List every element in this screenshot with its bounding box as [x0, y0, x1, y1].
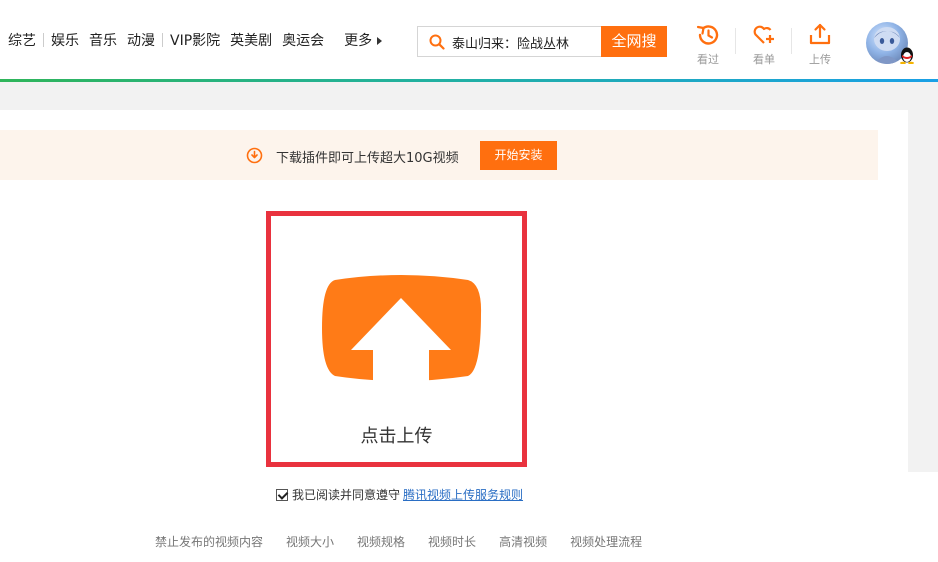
history-button[interactable]: 看过: [688, 22, 728, 67]
nav-item-anime[interactable]: 动漫: [127, 30, 155, 50]
upload-icon: [809, 23, 831, 45]
nav-divider: [43, 33, 44, 47]
watchlist-label: 看单: [753, 53, 775, 66]
help-link-hd-video[interactable]: 高清视频: [499, 533, 547, 550]
nav-item-us-uk-drama[interactable]: 英美剧: [230, 30, 272, 50]
nav-item-entertainment[interactable]: 娱乐: [51, 30, 79, 50]
top-header: 综艺 娱乐 音乐 动漫 VIP影院 英美剧 奥运会 更多 泰山归来：险战丛林 全…: [0, 0, 938, 79]
agreement-checkbox[interactable]: [276, 488, 288, 501]
watchlist-button[interactable]: 看单: [744, 22, 784, 67]
download-circle-icon: [246, 147, 263, 164]
upload-dropzone[interactable]: 点击上传: [266, 211, 527, 467]
plugin-notice-bar: 下载插件即可上传超大10G视频 开始安装: [0, 130, 878, 180]
upload-nav-button[interactable]: 上传: [800, 22, 840, 67]
upload-label: 点击上传: [360, 426, 433, 447]
nav-item-vip-cinema[interactable]: VIP影院: [170, 30, 220, 50]
nav-item-olympics[interactable]: 奥运会: [282, 30, 324, 50]
upload-arrow-icon: [322, 275, 482, 382]
help-links: 禁止发布的视频内容 视频大小 视频规格 视频时长 高清视频 视频处理流程: [155, 533, 665, 550]
history-label: 看过: [697, 53, 719, 66]
agreement-text: 我已阅读并同意遵守: [292, 488, 401, 502]
nav-divider: [162, 33, 163, 47]
search-box: 泰山归来：险战丛林 全网搜: [417, 26, 667, 57]
nav-more[interactable]: 更多: [344, 30, 383, 50]
help-link-video-duration[interactable]: 视频时长: [428, 533, 476, 550]
qq-penguin-icon: [900, 47, 914, 64]
nav-item-music[interactable]: 音乐: [89, 30, 117, 50]
heart-plus-icon: [753, 25, 774, 44]
nav-item-variety[interactable]: 综艺: [8, 30, 36, 50]
agreement-row: 我已阅读并同意遵守 腾讯视频上传服务规则: [276, 486, 523, 503]
search-input[interactable]: 泰山归来：险战丛林: [452, 33, 569, 52]
history-clock-icon: [696, 25, 719, 45]
caret-right-icon: [377, 37, 383, 45]
nav-more-label: 更多: [344, 33, 373, 49]
plugin-notice-text: 下载插件即可上传超大10G视频: [276, 151, 459, 166]
search-icon: [429, 34, 445, 50]
upload-rules-link[interactable]: 腾讯视频上传服务规则: [403, 486, 523, 503]
search-all-button[interactable]: 全网搜: [601, 26, 667, 57]
channel-nav: 综艺 娱乐 音乐 动漫 VIP影院 英美剧 奥运会 更多: [8, 30, 383, 50]
help-link-video-spec[interactable]: 视频规格: [357, 533, 405, 550]
upload-nav-label: 上传: [809, 53, 831, 66]
toolbar-divider: [735, 28, 736, 54]
toolbar-divider: [791, 28, 792, 54]
help-link-prohibited-content[interactable]: 禁止发布的视频内容: [155, 533, 263, 550]
help-link-processing-flow[interactable]: 视频处理流程: [570, 533, 642, 550]
install-plugin-button[interactable]: 开始安装: [480, 141, 557, 170]
help-link-video-size[interactable]: 视频大小: [286, 533, 334, 550]
